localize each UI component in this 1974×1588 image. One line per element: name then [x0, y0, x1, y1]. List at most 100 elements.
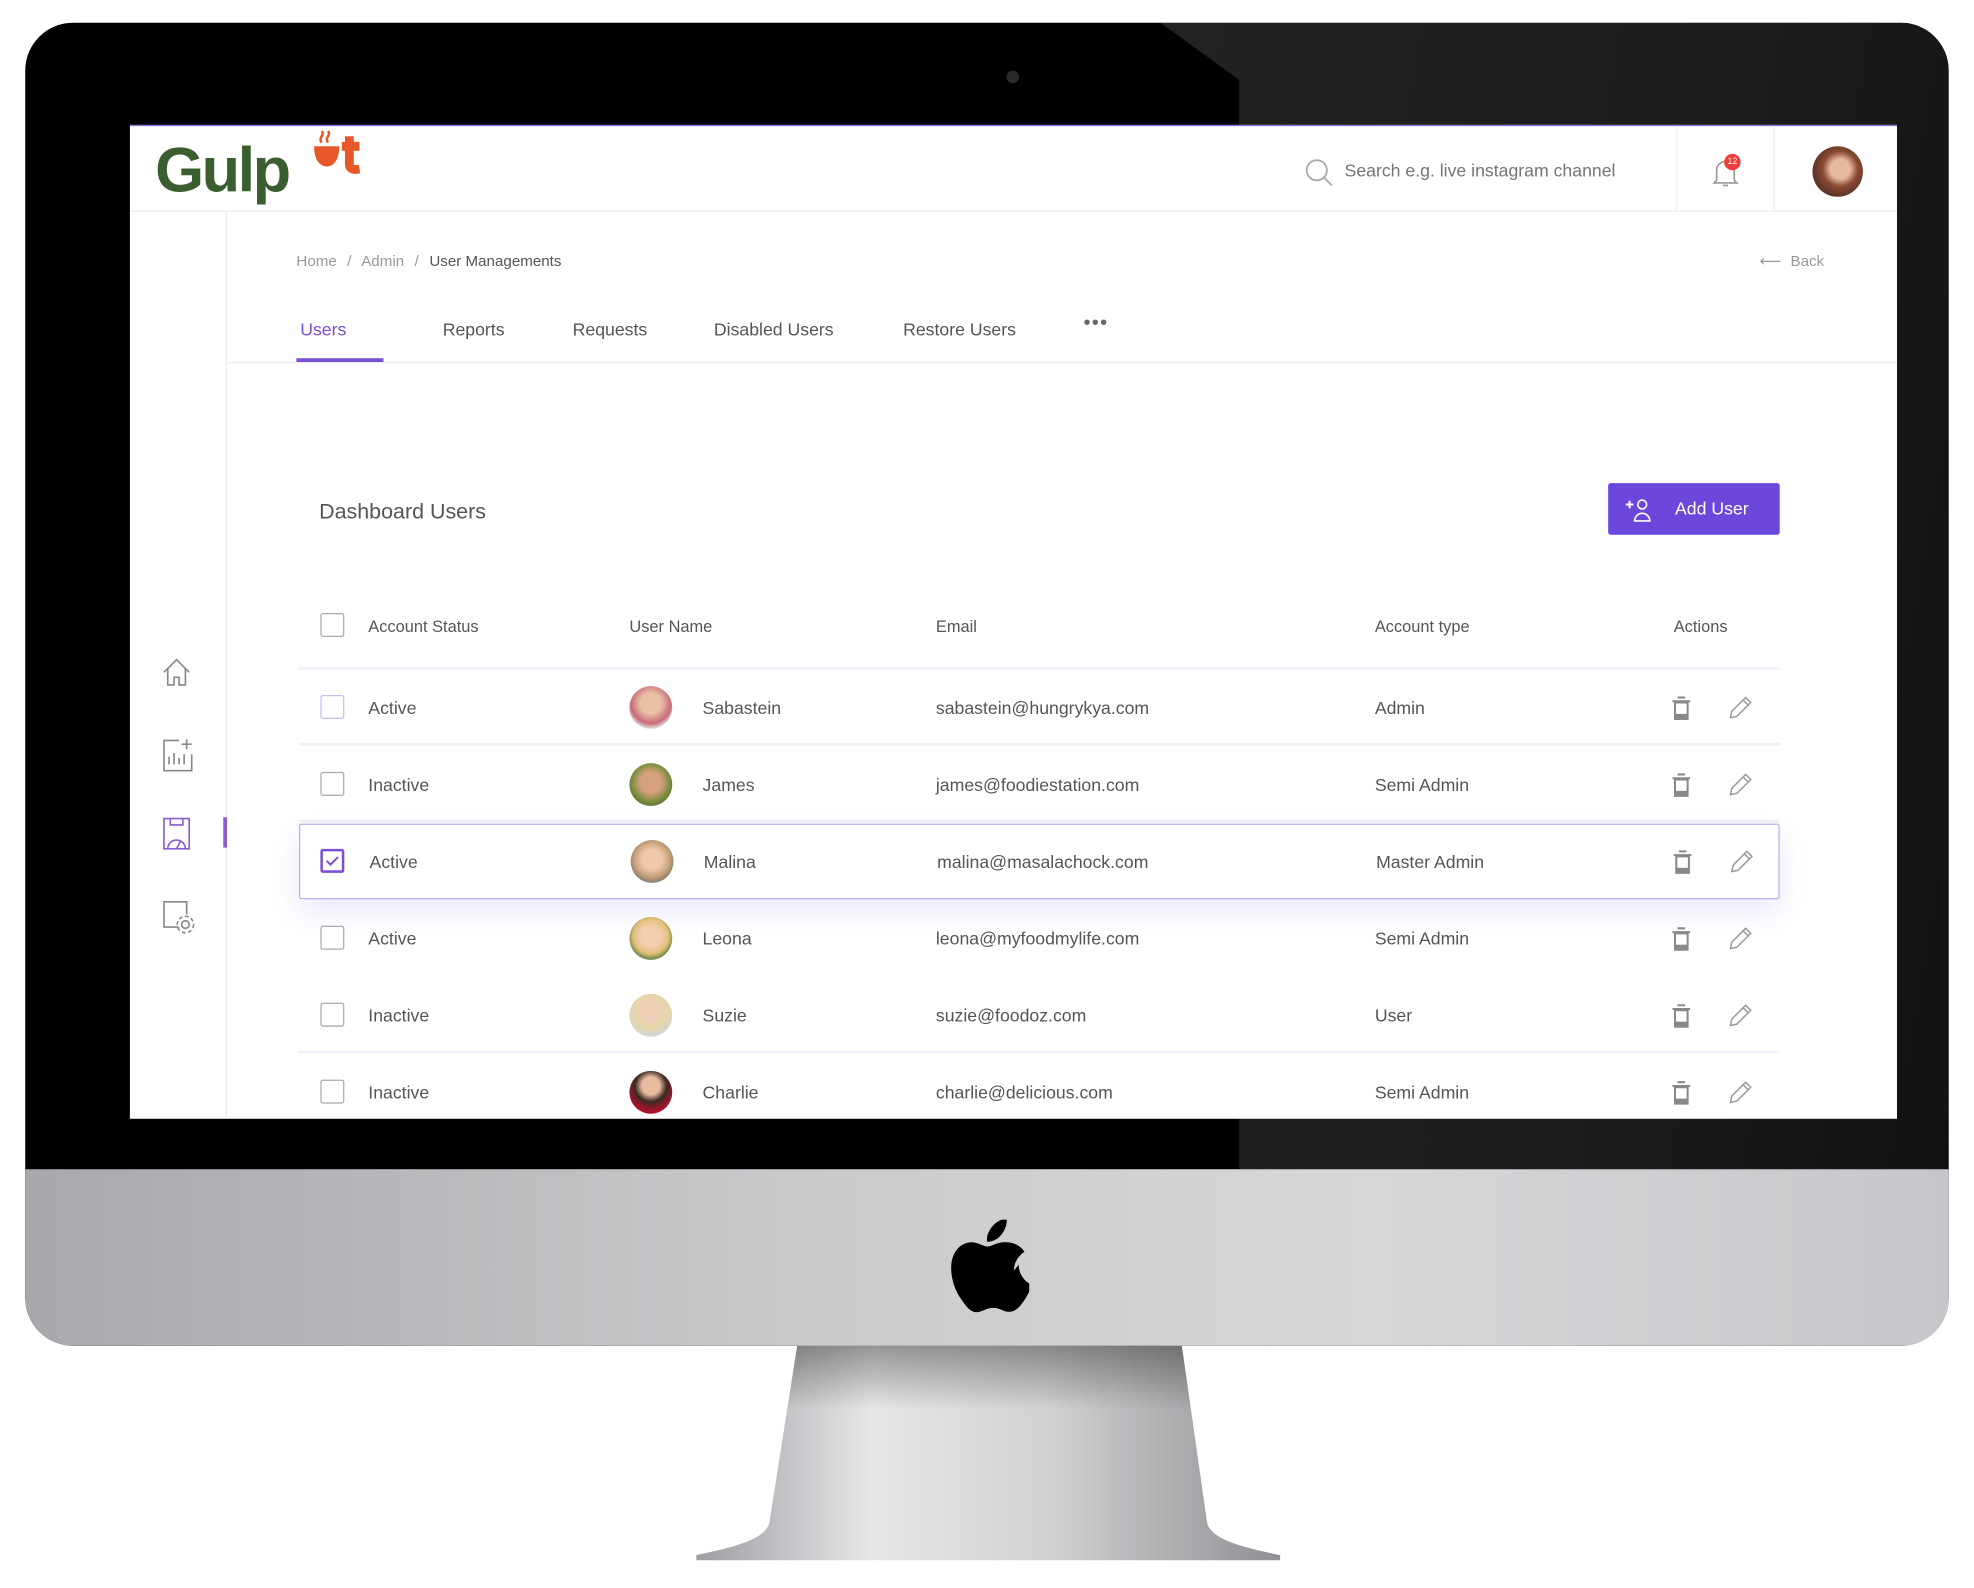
row-avatar — [629, 993, 673, 1037]
logo-steam-cup — [314, 130, 361, 174]
table-row[interactable]: Inactive Charlie charlie@delicious.com S… — [299, 1054, 1780, 1118]
user-name: Malina — [703, 851, 756, 872]
apple-logo-icon — [951, 1219, 1030, 1313]
tabs-divider — [227, 361, 1897, 364]
user-email: leona@myfoodmylife.com — [935, 928, 1140, 949]
arrow-left-icon: ⟵ — [1759, 252, 1782, 270]
section-title: Dashboard Users — [319, 499, 486, 524]
row-avatar — [630, 840, 674, 883]
account-status: Active — [368, 928, 417, 949]
trash-icon[interactable] — [1671, 696, 1691, 721]
account-status: Inactive — [368, 1005, 430, 1026]
tab-reports[interactable]: Reports — [443, 319, 505, 339]
tab-disabled-users[interactable]: Disabled Users — [714, 319, 834, 339]
chart-add-icon[interactable] — [161, 737, 194, 772]
table-row[interactable]: Active Leona leona@myfoodmylife.com Semi… — [299, 901, 1780, 977]
column-header-name[interactable]: User Name — [629, 617, 712, 636]
account-type: Master Admin — [1376, 851, 1485, 872]
select-all-checkbox[interactable] — [320, 612, 345, 637]
column-header-status[interactable]: Account Status — [368, 617, 478, 636]
active-indicator — [223, 817, 228, 848]
row-divider — [298, 819, 1780, 823]
user-name: Suzie — [702, 1005, 747, 1026]
column-header-type: Account type — [1374, 616, 1470, 636]
more-tabs-button[interactable]: ••• — [1083, 313, 1108, 336]
trash-icon[interactable] — [1672, 850, 1692, 875]
edit-pencil-icon[interactable] — [1729, 849, 1754, 874]
app-screen: Gulp 12 — [129, 124, 1897, 1119]
account-status: Active — [369, 851, 418, 872]
user-email: malina@masalachock.com — [937, 851, 1149, 872]
account-type: User — [1374, 1005, 1413, 1026]
camera — [1006, 70, 1020, 84]
column-header-email[interactable]: Email — [936, 617, 977, 636]
search-icon — [1305, 159, 1333, 187]
user-email: sabastein@hungrykya.com — [935, 697, 1150, 718]
home-icon[interactable] — [161, 657, 191, 687]
tab-users[interactable]: Users — [300, 319, 346, 339]
trash-icon[interactable] — [1671, 927, 1691, 952]
sidebar — [130, 211, 228, 1119]
row-divider — [298, 1050, 1780, 1054]
trash-icon[interactable] — [1671, 1081, 1691, 1106]
monitor-stand — [696, 1345, 1281, 1561]
user-email: james@foodiestation.com — [935, 774, 1140, 795]
row-avatar — [629, 1070, 673, 1114]
account-type: Semi Admin — [1374, 774, 1470, 795]
header-divider — [1773, 126, 1775, 212]
account-type: Admin — [1374, 697, 1425, 718]
table-row[interactable]: Active Malina malina@masalachock.com Mas… — [298, 823, 1780, 900]
add-user-button[interactable]: Add User — [1608, 483, 1780, 535]
trash-icon[interactable] — [1671, 773, 1691, 798]
breadcrumb-home[interactable]: Home — [296, 252, 336, 270]
row-avatar — [629, 916, 673, 960]
notifications-button[interactable]: 12 — [1712, 153, 1742, 189]
user-name: Sabastein — [702, 697, 782, 718]
user-name: Charlie — [702, 1082, 759, 1103]
row-checkbox[interactable] — [320, 1002, 345, 1027]
add-user-icon — [1625, 499, 1651, 522]
breadcrumb-admin[interactable]: Admin — [361, 252, 404, 270]
account-status: Inactive — [368, 1082, 430, 1103]
breadcrumb-current: User Managements — [429, 252, 562, 270]
row-avatar — [629, 763, 673, 806]
edit-pencil-icon[interactable] — [1728, 1003, 1753, 1028]
search-input[interactable] — [1344, 153, 1673, 187]
notification-badge: 12 — [1724, 153, 1741, 171]
row-checkbox[interactable] — [320, 925, 345, 950]
table-row[interactable]: Active Sabastein sabastein@hungrykya.com… — [298, 670, 1780, 746]
row-checkbox[interactable] — [320, 848, 345, 873]
row-checkbox[interactable] — [320, 771, 345, 796]
account-type: Semi Admin — [1374, 1082, 1470, 1103]
row-avatar — [629, 686, 673, 730]
account-status: Inactive — [368, 774, 430, 795]
back-button[interactable]: ⟵ Back — [1760, 252, 1825, 270]
settings-file-icon[interactable] — [161, 899, 196, 934]
user-name: James — [702, 774, 755, 795]
user-avatar[interactable] — [1812, 146, 1863, 197]
account-type: Semi Admin — [1374, 928, 1470, 949]
user-email: suzie@foodoz.com — [935, 1005, 1087, 1026]
account-status: Active — [368, 697, 417, 718]
row-divider — [298, 742, 1780, 746]
monitor-chin — [25, 1169, 1949, 1346]
trash-icon[interactable] — [1671, 1004, 1691, 1029]
user-name: Leona — [702, 928, 752, 949]
top-header: Gulp 12 — [129, 126, 1897, 212]
row-checkbox[interactable] — [320, 1079, 345, 1104]
dashboard-icon[interactable] — [161, 816, 191, 851]
breadcrumb: Home / Admin / User Managements — [296, 252, 562, 270]
header-divider — [1676, 126, 1678, 212]
checkmark-icon — [325, 856, 339, 867]
edit-pencil-icon[interactable] — [1728, 926, 1753, 951]
edit-pencil-icon[interactable] — [1728, 1080, 1753, 1105]
monitor-frame: Gulp 12 — [25, 22, 1949, 1346]
table-row[interactable]: Inactive James james@foodiestation.com S… — [298, 747, 1780, 823]
row-checkbox[interactable] — [320, 694, 345, 719]
edit-pencil-icon[interactable] — [1728, 772, 1753, 797]
table-row[interactable]: Inactive Suzie suzie@foodoz.com User — [298, 978, 1780, 1054]
tab-restore-users[interactable]: Restore Users — [903, 319, 1016, 339]
tab-requests[interactable]: Requests — [573, 319, 648, 339]
edit-pencil-icon[interactable] — [1728, 695, 1753, 720]
column-header-actions: Actions — [1673, 616, 1728, 636]
